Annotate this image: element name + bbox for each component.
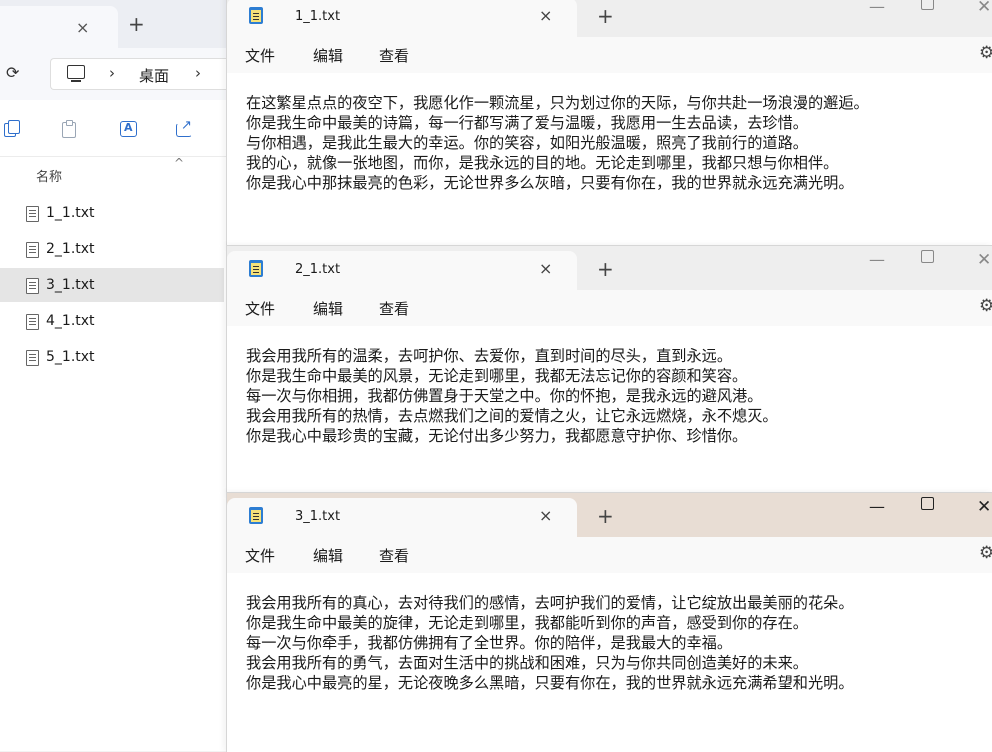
minimize-button[interactable]: — xyxy=(869,497,885,516)
file-list-item-selected[interactable]: 3_1.txt xyxy=(0,268,224,302)
text-line: 你是我生命中最美的风景，无论走到哪里，我都无法忘记你的容颜和笑容。 xyxy=(246,367,748,385)
menu-file[interactable]: 文件 xyxy=(245,45,275,66)
explorer-tab-bar: × + xyxy=(0,0,232,48)
menu-file[interactable]: 文件 xyxy=(245,545,275,566)
menu-edit[interactable]: 编辑 xyxy=(313,45,343,66)
computer-icon[interactable] xyxy=(67,65,85,82)
column-header-label: 名称 xyxy=(36,170,63,185)
text-editor-area[interactable]: 我会用我所有的温柔，去呵护你、去爱你，直到时间的尽头，直到永远。 你是我生命中最… xyxy=(227,326,992,494)
text-file-icon xyxy=(26,350,39,366)
text-line: 我会用我所有的真心，去对待我们的感情，去呵护我们的爱情，让它绽放出最美丽的花朵。 xyxy=(246,594,854,612)
text-line: 每一次与你牵手，我都仿佛拥有了全世界。你的陪伴，是我最大的幸福。 xyxy=(246,634,732,652)
settings-gear-icon[interactable]: ⚙ xyxy=(979,296,992,316)
text-line: 你是我心中最珍贵的宝藏，无论付出多少努力，我都愿意守护你、珍惜你。 xyxy=(246,427,748,445)
notepad-tab[interactable]: 3_1.txt × xyxy=(227,498,577,537)
rename-icon[interactable]: A xyxy=(120,120,138,137)
text-line: 我会用我所有的热情，去点燃我们之间的爱情之火，让它永远燃烧，永不熄灭。 xyxy=(246,407,778,425)
copy-icon[interactable] xyxy=(4,120,20,137)
explorer-tab[interactable]: × xyxy=(0,6,118,48)
text-editor-area[interactable]: 我会用我所有的真心，去对待我们的感情，去呵护我们的爱情，让它绽放出最美丽的花朵。… xyxy=(227,573,992,752)
sort-ascending-icon: ^ xyxy=(174,156,185,170)
breadcrumb-desktop[interactable]: 桌面 xyxy=(139,65,169,86)
tab-close-icon[interactable]: × xyxy=(539,506,552,525)
notepad-menu-bar: 文件 编辑 查看 ⚙ xyxy=(227,37,992,73)
text-line: 我的心，就像一张地图，而你，是我永远的目的地。无论走到哪里，我都只想与你相伴。 xyxy=(246,154,839,172)
maximize-button[interactable] xyxy=(921,250,934,263)
text-file-icon xyxy=(26,242,39,258)
text-line: 我会用我所有的温柔，去呵护你、去爱你，直到时间的尽头，直到永远。 xyxy=(246,347,732,365)
minimize-button[interactable]: — xyxy=(869,0,885,16)
file-list-item[interactable]: 4_1.txt xyxy=(0,304,224,338)
notepad-tab[interactable]: 2_1.txt × xyxy=(227,251,577,290)
file-list-item[interactable]: 5_1.txt xyxy=(0,340,224,374)
menu-view[interactable]: 查看 xyxy=(379,45,409,66)
chevron-right-icon[interactable]: › xyxy=(109,64,115,82)
notepad-menu-bar: 文件 编辑 查看 ⚙ xyxy=(227,537,992,573)
menu-edit[interactable]: 编辑 xyxy=(313,298,343,319)
notepad-title-bar[interactable]: 2_1.txt × + — ✕ xyxy=(227,246,992,290)
tab-close-icon[interactable]: × xyxy=(539,6,552,25)
close-button[interactable]: ✕ xyxy=(977,250,991,270)
tab-title: 3_1.txt xyxy=(295,509,341,524)
notepad-tab[interactable]: 1_1.txt × xyxy=(227,0,577,37)
text-file-icon xyxy=(26,278,39,294)
file-name: 1_1.txt xyxy=(46,205,95,221)
text-line: 你是我心中那抹最亮的色彩，无论世界多么灰暗，只要有你在，我的世界就永远充满光明。 xyxy=(246,174,854,192)
share-icon[interactable]: ↗ xyxy=(176,118,194,137)
refresh-icon[interactable]: ⟳ xyxy=(6,63,19,82)
menu-file[interactable]: 文件 xyxy=(245,298,275,319)
file-name: 3_1.txt xyxy=(46,277,95,293)
column-header-name[interactable]: ^ 名称 xyxy=(0,156,232,192)
maximize-button[interactable] xyxy=(921,0,934,10)
notepad-icon xyxy=(249,260,263,277)
tab-close-icon[interactable]: × xyxy=(539,259,552,278)
notepad-window-1: 1_1.txt × + — ✕ 文件 编辑 查看 ⚙ 在这繁星点点的夜空下，我愿… xyxy=(226,0,992,247)
new-tab-button[interactable]: + xyxy=(597,257,614,281)
file-name: 4_1.txt xyxy=(46,313,95,329)
chevron-right-icon[interactable]: › xyxy=(195,64,201,82)
text-line: 与你相遇，是我此生最大的幸运。你的笑容，如阳光般温暖，照亮了我前行的道路。 xyxy=(246,134,808,152)
text-line: 你是我生命中最美的诗篇，每一行都写满了爱与温暖，我愿用一生去品读，去珍惜。 xyxy=(246,114,808,132)
explorer-new-tab-button[interactable]: + xyxy=(128,12,145,36)
close-button[interactable]: ✕ xyxy=(977,497,991,517)
file-list-item[interactable]: 2_1.txt xyxy=(0,232,224,266)
close-button[interactable]: ✕ xyxy=(977,0,991,17)
text-line: 你是我生命中最美的旋律，无论走到哪里，我都能听到你的声音，感受到你的存在。 xyxy=(246,614,808,632)
explorer-command-bar: A ↗ xyxy=(0,100,232,157)
explorer-address-bar: ⟳ › 桌面 › xyxy=(0,48,233,100)
explorer-tab-close-icon[interactable]: × xyxy=(76,18,89,37)
file-list-item[interactable]: 1_1.txt xyxy=(0,196,224,230)
notepad-window-3: 3_1.txt × + — ✕ 文件 编辑 查看 ⚙ 我会用我所有的真心，去对待… xyxy=(226,492,992,752)
text-editor-area[interactable]: 在这繁星点点的夜空下，我愿化作一颗流星，只为划过你的天际，与你共赴一场浪漫的邂逅… xyxy=(227,73,992,247)
settings-gear-icon[interactable]: ⚙ xyxy=(979,543,992,563)
notepad-title-bar[interactable]: 3_1.txt × + — ✕ xyxy=(227,493,992,537)
menu-view[interactable]: 查看 xyxy=(379,298,409,319)
tab-title: 2_1.txt xyxy=(295,262,341,277)
text-file-icon xyxy=(26,314,39,330)
text-line: 在这繁星点点的夜空下，我愿化作一颗流星，只为划过你的天际，与你共赴一场浪漫的邂逅… xyxy=(246,94,869,112)
paste-icon[interactable] xyxy=(62,120,78,138)
menu-edit[interactable]: 编辑 xyxy=(313,545,343,566)
new-tab-button[interactable]: + xyxy=(597,4,614,28)
notepad-window-2: 2_1.txt × + — ✕ 文件 编辑 查看 ⚙ 我会用我所有的温柔，去呵护… xyxy=(226,245,992,494)
text-line: 我会用我所有的勇气，去面对生活中的挑战和困难，只为与你共同创造美好的未来。 xyxy=(246,654,808,672)
notepad-icon xyxy=(249,7,263,24)
tab-title: 1_1.txt xyxy=(295,9,341,24)
file-explorer-window: × + ⟳ › 桌面 › A ↗ ^ 名称 1_1.txt 2_1.txt 3_… xyxy=(0,0,233,751)
minimize-button[interactable]: — xyxy=(869,250,885,269)
text-line: 你是我心中最亮的星，无论夜晚多么黑暗，只要有你在，我的世界就永远充满希望和光明。 xyxy=(246,674,854,692)
settings-gear-icon[interactable]: ⚙ xyxy=(979,43,992,63)
file-name: 5_1.txt xyxy=(46,349,95,365)
breadcrumb[interactable]: › 桌面 › xyxy=(50,58,233,90)
new-tab-button[interactable]: + xyxy=(597,504,614,528)
notepad-icon xyxy=(249,507,263,524)
notepad-menu-bar: 文件 编辑 查看 ⚙ xyxy=(227,290,992,326)
text-line: 每一次与你相拥，我都仿佛置身于天堂之中。你的怀抱，是我永远的避风港。 xyxy=(246,387,763,405)
file-name: 2_1.txt xyxy=(46,241,95,257)
text-file-icon xyxy=(26,206,39,222)
menu-view[interactable]: 查看 xyxy=(379,545,409,566)
maximize-button[interactable] xyxy=(921,497,934,510)
notepad-title-bar[interactable]: 1_1.txt × + — ✕ xyxy=(227,0,992,37)
